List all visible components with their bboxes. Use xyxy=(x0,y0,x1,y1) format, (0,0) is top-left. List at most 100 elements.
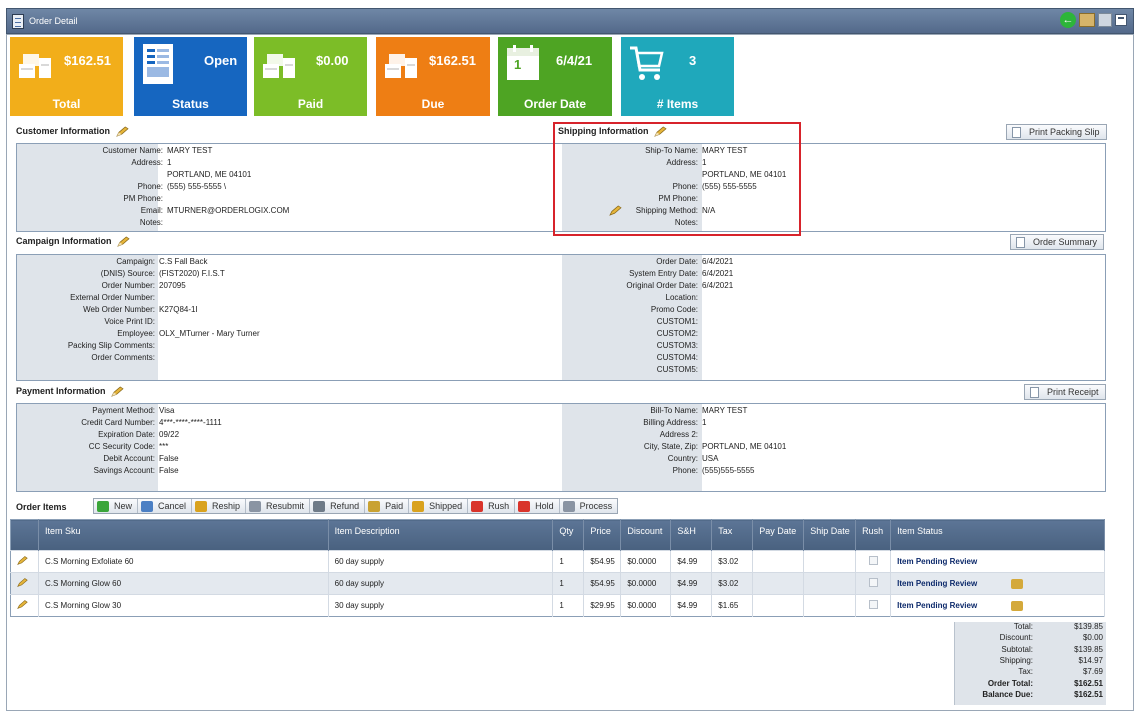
cell-ship-date xyxy=(803,550,857,573)
payment-section-title: Payment Information xyxy=(16,386,124,397)
campaign-field-value: K27Q84-1I xyxy=(159,305,198,314)
rush-checkbox[interactable] xyxy=(868,556,878,565)
print-receipt-label: Print Receipt xyxy=(1047,387,1099,397)
totals-label: Balance Due: xyxy=(982,689,1033,699)
document-icon xyxy=(12,14,24,29)
rush-checkbox[interactable] xyxy=(868,578,878,587)
column-header[interactable]: Qty xyxy=(552,519,585,551)
column-header[interactable]: Item Sku xyxy=(38,519,329,551)
toolbar-refund-button[interactable]: Refund xyxy=(310,499,366,513)
cell-sku: C.S Morning Exfoliate 60 xyxy=(38,550,329,573)
shipping-truck-icon[interactable] xyxy=(1011,578,1024,589)
order-totals-panel: Total: $139.85 Discount: $0.00 Subtotal: $139… xyxy=(954,622,1106,705)
pencil-icon[interactable] xyxy=(17,599,28,610)
plus-icon xyxy=(97,500,109,512)
pencil-icon[interactable] xyxy=(17,577,28,588)
item-status-text[interactable]: Item Pending Review xyxy=(897,579,977,588)
pencil-icon[interactable] xyxy=(117,236,130,247)
cell-discount: $0.0000 xyxy=(620,572,672,595)
toolbar-button-label: New xyxy=(114,501,133,511)
table-row[interactable]: C.S Morning Glow 60 60 day supply 1 $54.95 $… xyxy=(10,572,1105,595)
rush-checkbox[interactable] xyxy=(868,600,878,609)
cell-discount: $0.0000 xyxy=(620,594,672,617)
totals-value: $14.97 xyxy=(1078,655,1103,665)
column-header[interactable]: Item Description xyxy=(328,519,554,551)
summary-tile-order-date[interactable]: 1 6/4/21 Order Date xyxy=(498,37,612,116)
cell-price: $54.95 xyxy=(583,572,622,595)
totals-label: Tax: xyxy=(1018,667,1033,677)
print-packing-slip-button[interactable]: Print Packing Slip xyxy=(1006,124,1107,140)
column-header[interactable]: Ship Date xyxy=(803,519,857,551)
totals-value: $139.85 xyxy=(1074,622,1103,631)
campaign-field-value: 6/4/2021 xyxy=(702,269,734,278)
cell-rush xyxy=(855,594,892,617)
payment-field-label: Debit Account: xyxy=(103,454,155,463)
payment-field-label: Credit Card Number: xyxy=(81,418,155,427)
window-title: Order Detail xyxy=(29,16,78,26)
package-icon[interactable] xyxy=(1079,13,1095,27)
cell-rush xyxy=(855,572,892,595)
column-header[interactable]: Rush xyxy=(855,519,892,551)
totals-label: Total: xyxy=(1013,622,1033,631)
customer-field-value: PORTLAND, ME 04101 xyxy=(167,170,252,179)
totals-value: $162.51 xyxy=(1074,678,1103,688)
campaign-field-value: 207095 xyxy=(159,281,186,290)
cell-item-status: Item Pending Review xyxy=(890,572,1105,595)
pencil-icon[interactable] xyxy=(115,126,129,137)
pencil-icon[interactable] xyxy=(17,555,28,566)
column-header[interactable]: Pay Date xyxy=(752,519,805,551)
toolbar-paid-button[interactable]: Paid xyxy=(365,499,410,513)
toolbar-reship-button[interactable]: Reship xyxy=(192,499,247,513)
campaign-field-label: System Entry Date: xyxy=(629,269,698,278)
toolbar-shipped-button[interactable]: Shipped xyxy=(409,499,469,513)
table-row[interactable]: C.S Morning Glow 30 30 day supply 1 $29.95 $… xyxy=(10,594,1105,617)
column-header[interactable]: Item Status xyxy=(890,519,1105,551)
tile-value: 3 xyxy=(689,53,697,68)
shipping-truck-icon[interactable] xyxy=(1011,600,1024,611)
pencil-icon[interactable] xyxy=(111,386,124,397)
summary-tile-due[interactable]: $162.51 Due xyxy=(376,37,490,116)
customer-field-value: MTURNER@ORDERLOGIX.COM xyxy=(167,206,290,215)
column-header[interactable]: Price xyxy=(583,519,622,551)
summary-tile-items[interactable]: 3 # Items xyxy=(621,37,734,116)
summary-tile-paid[interactable]: $0.00 Paid xyxy=(254,37,367,116)
column-header[interactable]: Tax xyxy=(711,519,754,551)
campaign-field-label: Employee: xyxy=(117,329,155,338)
document-form-icon xyxy=(141,44,179,84)
payment-field-value: USA xyxy=(702,454,719,463)
cell-discount: $0.0000 xyxy=(620,550,672,573)
item-status-text[interactable]: Item Pending Review xyxy=(897,601,977,610)
toolbar-rush-button[interactable]: Rush xyxy=(468,499,516,513)
column-header[interactable]: Discount xyxy=(620,519,672,551)
print-receipt-button[interactable]: Print Receipt xyxy=(1024,384,1106,400)
shipping-highlight-box xyxy=(553,122,801,236)
customer-field-value: (555) 555-5555 \ xyxy=(167,182,227,191)
shopping-cart-icon xyxy=(628,44,666,82)
order-summary-label: Order Summary xyxy=(1033,237,1098,247)
summary-tile-total[interactable]: $162.51 Total xyxy=(10,37,123,116)
cell-item-status: Item Pending Review xyxy=(890,550,1105,573)
totals-label: Shipping: xyxy=(999,655,1033,665)
order-summary-button[interactable]: Order Summary xyxy=(1010,234,1105,250)
toolbar-resubmit-button[interactable]: Resubmit xyxy=(246,499,311,513)
money-stack-icon xyxy=(261,44,299,82)
customer-field-label: Notes: xyxy=(139,218,163,227)
cell-qty: 1 xyxy=(552,572,585,595)
column-header[interactable]: S&H xyxy=(670,519,713,551)
cell-sh: $4.99 xyxy=(670,550,713,573)
cell-price: $29.95 xyxy=(583,594,622,617)
flag-icon xyxy=(518,500,531,512)
rush-icon xyxy=(471,500,484,512)
back-arrow-icon[interactable]: ← xyxy=(1060,12,1076,28)
table-row[interactable]: C.S Morning Exfoliate 60 60 day supply 1 $5… xyxy=(10,550,1105,573)
summary-tile-status[interactable]: Open Status xyxy=(134,37,247,116)
minimize-icon[interactable] xyxy=(1115,14,1127,26)
toolbar-button-label: Rush xyxy=(488,501,510,511)
toolbar-cancel-button[interactable]: Cancel xyxy=(138,499,193,513)
item-status-text[interactable]: Item Pending Review xyxy=(897,557,977,566)
order-items-toolbar: New Cancel Reship Resubmit Refund Paid Shipped… xyxy=(93,498,619,514)
box-icon[interactable] xyxy=(1098,13,1112,27)
toolbar-hold-button[interactable]: Hold xyxy=(515,499,560,513)
toolbar-new-button[interactable]: New xyxy=(94,499,139,513)
toolbar-process-button[interactable]: Process xyxy=(560,499,618,513)
